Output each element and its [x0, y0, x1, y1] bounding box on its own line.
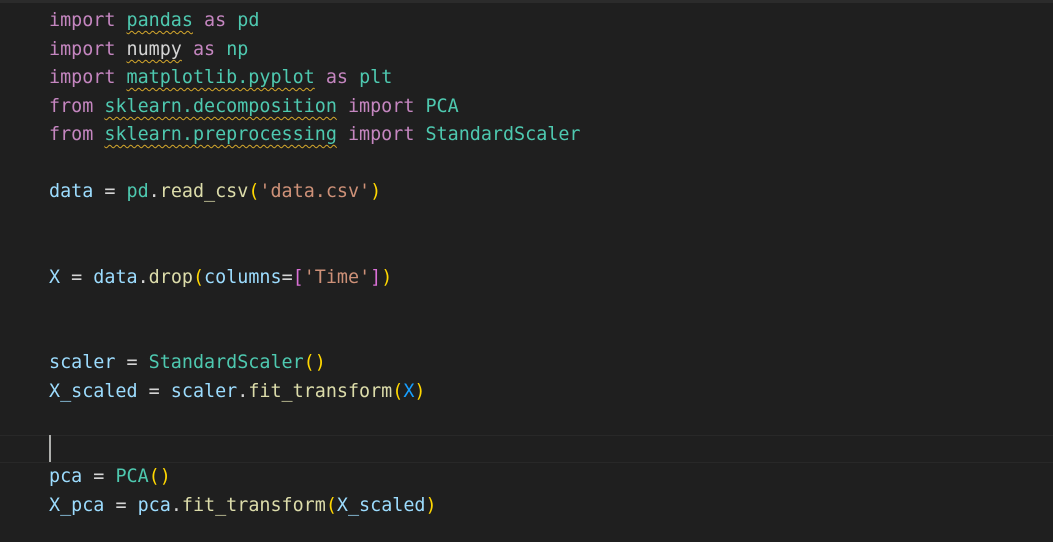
bracket: ]: [370, 267, 382, 288]
keyword: as: [325, 67, 348, 88]
function-call[interactable]: fit_transform: [248, 381, 392, 402]
operator: =: [281, 267, 293, 288]
module-name[interactable]: matplotlib.pyplot: [127, 67, 315, 88]
function-call[interactable]: drop: [149, 267, 193, 288]
code-line-10[interactable]: pca = PCA(): [49, 465, 171, 489]
bracket: (: [325, 495, 337, 516]
keyword: as: [204, 10, 227, 31]
code-line-5[interactable]: from sklearn.preprocessing import Standa…: [49, 123, 581, 147]
code-line-11[interactable]: X_pca = pca.fit_transform(X_scaled): [49, 494, 437, 518]
code-editor[interactable]: import pandas as pd import numpy as np i…: [0, 0, 1053, 542]
variable[interactable]: scaler: [49, 352, 115, 373]
bracket: ): [381, 267, 393, 288]
module-name[interactable]: pandas: [127, 10, 193, 31]
imported-name[interactable]: StandardScaler: [425, 124, 580, 145]
object-ref[interactable]: scaler: [171, 381, 237, 402]
bracket: (: [148, 466, 160, 487]
keyword: import: [347, 96, 415, 117]
keyword: import: [49, 67, 116, 88]
string-literal: 'data.csv': [259, 181, 371, 202]
operator: =: [115, 352, 149, 373]
module-name[interactable]: sklearn.preprocessing: [104, 124, 337, 145]
code-line-8[interactable]: scaler = StandardScaler(): [49, 351, 326, 375]
keyword: from: [49, 124, 94, 145]
code-line-4[interactable]: from sklearn.decomposition import PCA: [49, 95, 459, 119]
module-alias[interactable]: pd: [237, 10, 259, 31]
operator: =: [104, 495, 138, 516]
operator: =: [93, 181, 127, 202]
bracket: (: [392, 381, 404, 402]
variable[interactable]: X: [49, 267, 60, 288]
keyword: as: [192, 39, 216, 60]
bracket: ): [425, 495, 437, 516]
operator: =: [82, 466, 116, 487]
class-call[interactable]: PCA: [115, 466, 148, 487]
dot: .: [237, 381, 249, 402]
imported-name[interactable]: PCA: [425, 96, 458, 117]
bracket: ): [414, 381, 426, 402]
keyword-argument[interactable]: columns: [204, 267, 282, 288]
keyword: from: [49, 96, 94, 117]
keyword: import: [347, 124, 415, 145]
variable[interactable]: data: [49, 181, 93, 202]
dot: .: [170, 495, 182, 516]
bracket: ): [159, 466, 171, 487]
operator: =: [60, 267, 94, 288]
keyword: import: [49, 10, 116, 31]
operator: =: [137, 381, 171, 402]
code-line-1[interactable]: import pandas as pd: [49, 9, 259, 33]
bracket: ): [314, 352, 326, 373]
function-call[interactable]: read_csv: [160, 181, 249, 202]
module-alias[interactable]: np: [226, 39, 248, 60]
dot: .: [137, 267, 149, 288]
string-literal: 'Time': [303, 267, 371, 288]
keyword: import: [49, 39, 116, 60]
argument[interactable]: X_scaled: [337, 495, 426, 516]
object-ref[interactable]: pca: [138, 495, 171, 516]
code-line-2[interactable]: import numpy as np: [49, 38, 248, 62]
code-line-7[interactable]: X = data.drop(columns=['Time']): [49, 266, 392, 290]
text-cursor: [49, 435, 51, 462]
current-line-highlight: [0, 435, 1053, 463]
dot: .: [148, 181, 160, 202]
module-alias[interactable]: plt: [359, 67, 392, 88]
editor-top-border: [0, 0, 1053, 3]
bracket: (: [303, 352, 315, 373]
code-line-9[interactable]: X_scaled = scaler.fit_transform(X): [49, 380, 425, 404]
bracket: (: [192, 267, 205, 288]
module-name[interactable]: sklearn.decomposition: [104, 96, 337, 117]
variable[interactable]: X_scaled: [49, 381, 138, 402]
module-name[interactable]: numpy: [127, 39, 182, 60]
object-ref[interactable]: data: [93, 267, 137, 288]
argument[interactable]: X: [403, 381, 414, 402]
variable[interactable]: X_pca: [49, 495, 104, 516]
class-call[interactable]: StandardScaler: [149, 352, 304, 373]
bracket: [: [292, 267, 304, 288]
bracket: (: [248, 181, 260, 202]
function-call[interactable]: fit_transform: [182, 495, 326, 516]
code-line-6[interactable]: data = pd.read_csv('data.csv'): [49, 180, 381, 204]
variable[interactable]: pca: [49, 466, 82, 487]
object-ref[interactable]: pd: [127, 181, 149, 202]
code-line-3[interactable]: import matplotlib.pyplot as plt: [49, 66, 392, 90]
bracket: ): [370, 181, 382, 202]
